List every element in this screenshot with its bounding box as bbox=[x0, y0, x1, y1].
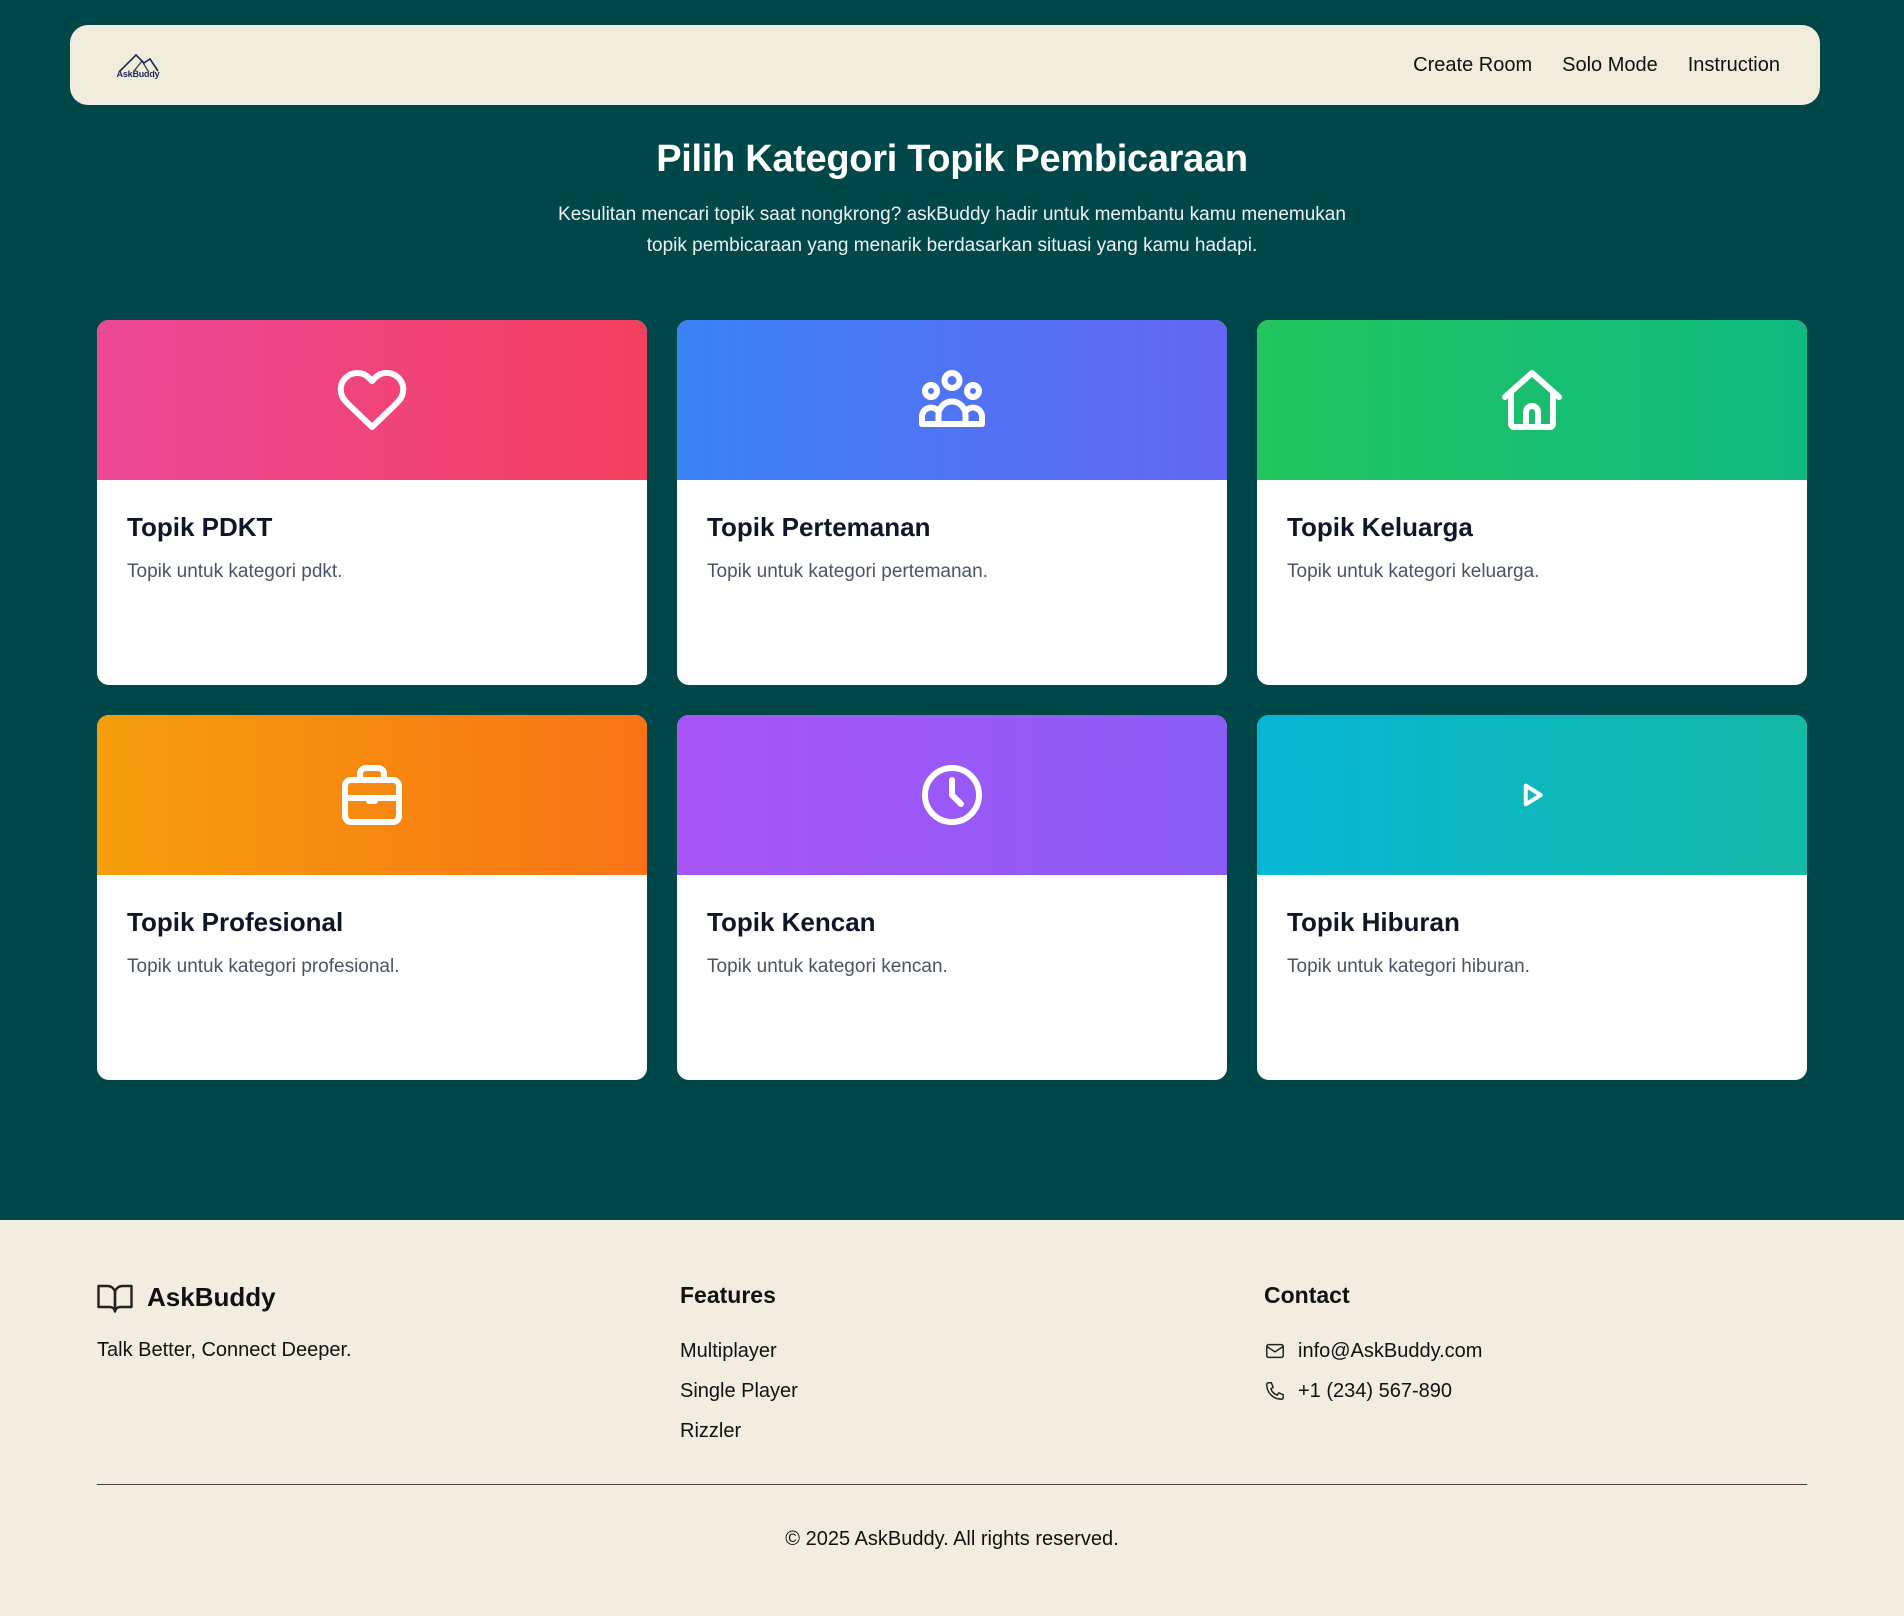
footer-phone-text: +1 (234) 567-890 bbox=[1298, 1380, 1453, 1402]
card-description: Topik untuk kategori pdkt. bbox=[127, 561, 343, 582]
footer-contact-heading: Contact bbox=[1264, 1282, 1350, 1308]
logo[interactable]: AskBuddy bbox=[110, 51, 166, 79]
category-card-pertemanan[interactable]: Topik Pertemanan Topik untuk kategori pe… bbox=[677, 320, 1227, 685]
category-card-kencan[interactable]: Topik Kencan Topik untuk kategori kencan… bbox=[677, 715, 1227, 1080]
footer-email-text: info@AskBuddy.com bbox=[1298, 1340, 1483, 1362]
card-title: Topik Profesional bbox=[127, 907, 344, 937]
mail-icon bbox=[1266, 1343, 1284, 1359]
footer-phone[interactable]: +1 (234) 567-890 bbox=[1264, 1371, 1482, 1411]
card-description: Topik untuk kategori kencan. bbox=[707, 956, 948, 977]
card-description: Topik untuk kategori profesional. bbox=[127, 956, 400, 977]
logo-text: AskBuddy bbox=[116, 69, 160, 79]
footer-brand-name: AskBuddy bbox=[147, 1282, 276, 1312]
nav-create-room[interactable]: Create Room bbox=[1413, 54, 1532, 77]
footer: AskBuddy Talk Better, Connect Deeper. Fe… bbox=[0, 1220, 1904, 1616]
footer-tagline: Talk Better, Connect Deeper. bbox=[97, 1339, 352, 1361]
briefcase-icon bbox=[342, 765, 402, 825]
home-icon bbox=[1502, 370, 1562, 430]
card-body: Topik Profesional Topik untuk kategori p… bbox=[97, 875, 647, 1010]
footer-link-rizzler[interactable]: Rizzler bbox=[680, 1411, 798, 1451]
nav-instruction[interactable]: Instruction bbox=[1688, 54, 1780, 77]
card-header bbox=[97, 715, 647, 875]
card-header bbox=[1257, 320, 1807, 480]
nav-links: Create Room Solo Mode Instruction bbox=[1413, 54, 1780, 77]
footer-copyright: © 2025 AskBuddy. All rights reserved. bbox=[785, 1528, 1119, 1550]
clock-icon bbox=[922, 765, 982, 825]
card-body: Topik Pertemanan Topik untuk kategori pe… bbox=[677, 480, 1227, 615]
page-title: Pilih Kategori Topik Pembicaraan bbox=[656, 138, 1248, 180]
page-subtitle: Kesulitan mencari topik saat nongkrong? … bbox=[558, 204, 1346, 256]
users-icon bbox=[919, 370, 985, 427]
category-grid: Topik PDKT Topik untuk kategori pdkt. To… bbox=[97, 320, 1807, 1080]
category-card-pdkt[interactable]: Topik PDKT Topik untuk kategori pdkt. bbox=[97, 320, 647, 685]
heart-icon bbox=[337, 369, 407, 430]
nav-solo-mode[interactable]: Solo Mode bbox=[1562, 54, 1658, 77]
hero: Pilih Kategori Topik Pembicaraan Kesulit… bbox=[0, 138, 1904, 261]
card-header bbox=[97, 320, 647, 480]
card-body: Topik Kencan Topik untuk kategori kencan… bbox=[677, 875, 1227, 1010]
card-title: Topik Kencan bbox=[707, 907, 876, 937]
footer-brand-column: AskBuddy Talk Better, Connect Deeper. bbox=[97, 1282, 352, 1362]
card-description: Topik untuk kategori pertemanan. bbox=[707, 561, 988, 582]
footer-features-list: Multiplayer Single Player Rizzler bbox=[680, 1331, 798, 1451]
footer-features-column: Features Multiplayer Single Player Rizzl… bbox=[680, 1282, 798, 1451]
footer-divider bbox=[97, 1484, 1807, 1485]
card-header bbox=[677, 320, 1227, 480]
card-body: Topik PDKT Topik untuk kategori pdkt. bbox=[97, 480, 647, 615]
navbar: AskBuddy Create Room Solo Mode Instructi… bbox=[70, 25, 1820, 105]
card-title: Topik Hiburan bbox=[1287, 907, 1460, 937]
card-header bbox=[677, 715, 1227, 875]
phone-icon bbox=[1266, 1382, 1284, 1400]
book-open-icon bbox=[97, 1284, 133, 1313]
category-card-profesional[interactable]: Topik Profesional Topik untuk kategori p… bbox=[97, 715, 647, 1080]
footer-email[interactable]: info@AskBuddy.com bbox=[1264, 1331, 1482, 1371]
card-title: Topik Keluarga bbox=[1287, 512, 1473, 542]
category-card-keluarga[interactable]: Topik Keluarga Topik untuk kategori kelu… bbox=[1257, 320, 1807, 685]
card-body: Topik Keluarga Topik untuk kategori kelu… bbox=[1257, 480, 1807, 615]
category-card-hiburan[interactable]: Topik Hiburan Topik untuk kategori hibur… bbox=[1257, 715, 1807, 1080]
footer-contact-list: info@AskBuddy.com +1 (234) 567-890 bbox=[1264, 1331, 1482, 1411]
card-body: Topik Hiburan Topik untuk kategori hibur… bbox=[1257, 875, 1807, 1010]
card-header bbox=[1257, 715, 1807, 875]
card-description: Topik untuk kategori hiburan. bbox=[1287, 956, 1530, 977]
footer-link-single-player[interactable]: Single Player bbox=[680, 1371, 798, 1411]
main-section: AskBuddy Create Room Solo Mode Instructi… bbox=[0, 0, 1904, 1220]
footer-contact-column: Contact info@AskBuddy.com +1 (234) 567-8… bbox=[1264, 1282, 1482, 1411]
card-title: Topik Pertemanan bbox=[707, 512, 931, 542]
card-description: Topik untuk kategori keluarga. bbox=[1287, 561, 1540, 582]
card-title: Topik PDKT bbox=[127, 512, 273, 542]
footer-features-heading: Features bbox=[680, 1282, 776, 1308]
footer-link-multiplayer[interactable]: Multiplayer bbox=[680, 1331, 798, 1371]
play-icon bbox=[1523, 783, 1543, 807]
footer-brand: AskBuddy bbox=[97, 1282, 352, 1313]
